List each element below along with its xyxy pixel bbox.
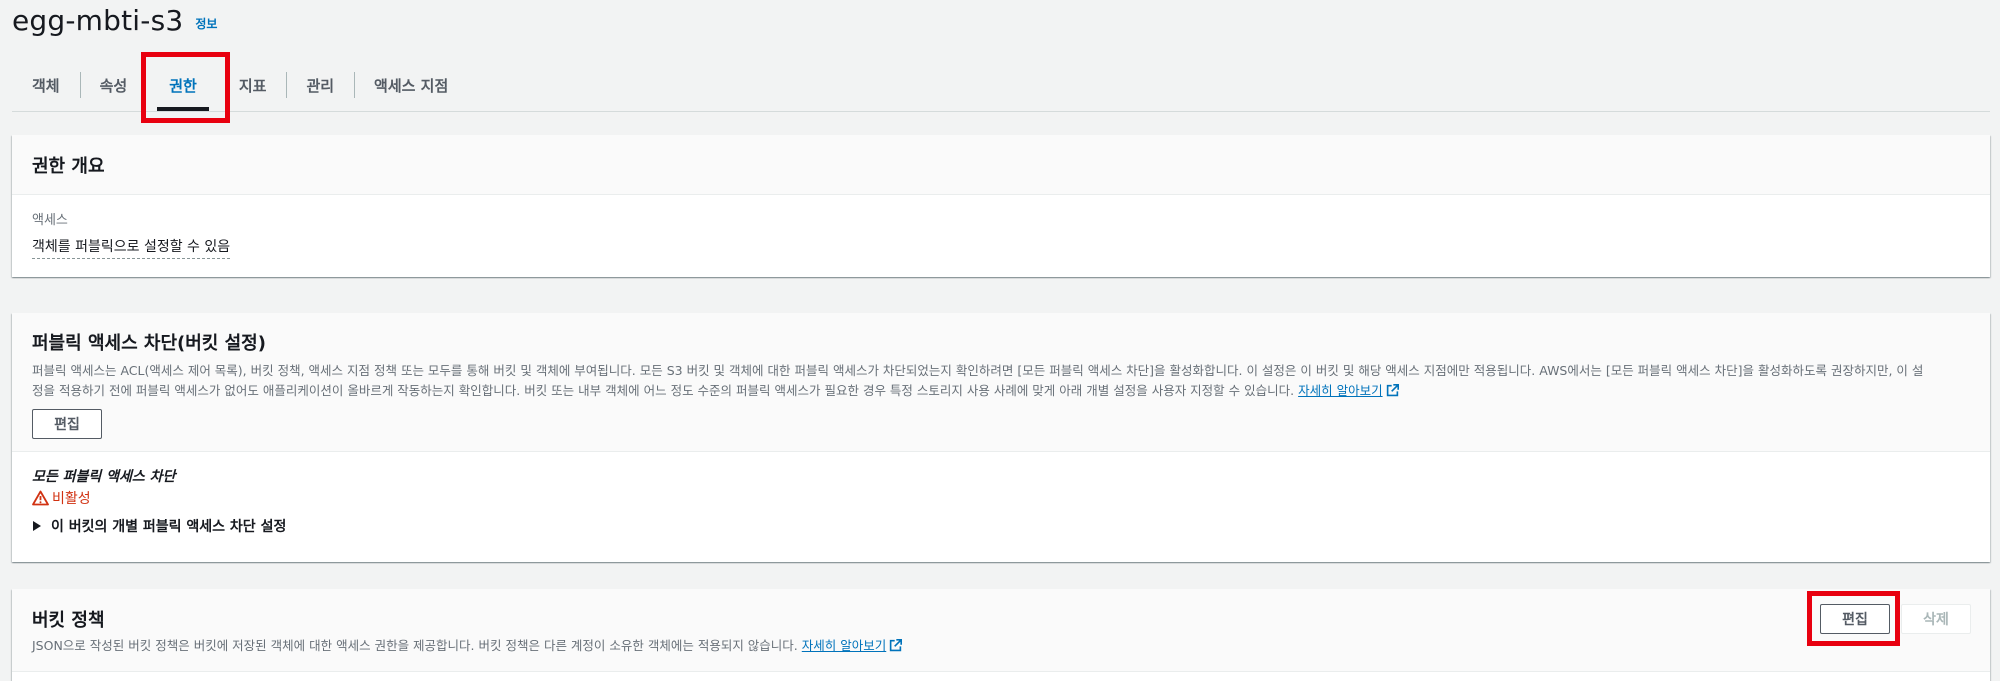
panel-title: 권한 개요 bbox=[32, 155, 105, 177]
tab-objects[interactable]: 객체 bbox=[12, 60, 80, 110]
description-text: JSON으로 작성된 버킷 정책은 버킷에 저장된 객체에 대한 액세스 권한을… bbox=[32, 638, 798, 653]
panel-title: 퍼블릭 액세스 차단(버킷 설정) bbox=[32, 333, 266, 354]
permissions-overview-panel: 권한 개요 액세스 객체를 퍼블릭으로 설정할 수 있음 bbox=[12, 135, 1990, 277]
caret-right-icon bbox=[33, 521, 41, 531]
tab-permissions[interactable]: 권한 bbox=[147, 60, 219, 111]
expand-individual-settings[interactable]: 이 버킷의 개별 퍼블릭 액세스 차단 설정 bbox=[32, 516, 1970, 536]
access-label: 액세스 bbox=[32, 213, 68, 228]
tab-access-points[interactable]: 액세스 지점 bbox=[354, 60, 468, 110]
info-link[interactable]: 정보 bbox=[195, 15, 217, 32]
description-line-2: 정을 적용하기 전에 퍼블릭 액세스가 없어도 애플리케이션이 올바르게 작동하… bbox=[32, 381, 1972, 401]
tab-label: 권한 bbox=[169, 76, 197, 95]
panel-header: 권한 개요 bbox=[12, 135, 1990, 195]
tab-label: 지표 bbox=[238, 76, 267, 95]
panel-description: 퍼블릭 액세스는 ACL(액세스 제어 목록), 버킷 정책, 액세스 지점 정… bbox=[32, 361, 1972, 401]
description-line: 퍼블릭 액세스는 ACL(액세스 제어 목록), 버킷 정책, 액세스 지점 정… bbox=[32, 363, 1924, 378]
tab-label: 액세스 지점 bbox=[374, 76, 449, 95]
tab-label: 관리 bbox=[306, 76, 335, 95]
tab-metrics[interactable]: 지표 bbox=[219, 60, 287, 110]
panel-header: 퍼블릭 액세스 차단(버킷 설정) 퍼블릭 액세스는 ACL(액세스 제어 목록… bbox=[12, 313, 1990, 452]
description-text: 정을 적용하기 전에 퍼블릭 액세스가 없어도 애플리케이션이 올바르게 작동하… bbox=[32, 383, 1295, 398]
edit-button[interactable]: 편집 bbox=[32, 409, 102, 439]
bucket-policy-panel: 버킷 정책 JSON으로 작성된 버킷 정책은 버킷에 저장된 객체에 대한 액… bbox=[12, 589, 1990, 681]
edit-button[interactable]: 편집 bbox=[1820, 604, 1890, 634]
block-all-section: 모든 퍼블릭 액세스 차단 비활성 이 버킷의 개별 퍼블릭 액세스 차단 설정 bbox=[12, 452, 1990, 536]
learn-more-link[interactable]: 자세히 알아보기 bbox=[1298, 383, 1382, 398]
page-title: egg-mbti-s3 bbox=[12, 3, 184, 37]
block-public-access-panel: 퍼블릭 액세스 차단(버킷 설정) 퍼블릭 액세스는 ACL(액세스 제어 목록… bbox=[12, 313, 1990, 562]
external-link-icon bbox=[1386, 384, 1399, 397]
panel-description: JSON으로 작성된 버킷 정책은 버킷에 저장된 객체에 대한 액세스 권한을… bbox=[32, 636, 1970, 656]
tab-properties[interactable]: 속성 bbox=[79, 60, 148, 110]
status-text: 비활성 bbox=[52, 491, 91, 507]
tab-bar: 객체 속성 권한 지표 관리 액세스 지점 bbox=[12, 60, 1990, 112]
panel-title: 버킷 정책 bbox=[32, 610, 105, 631]
learn-more-link[interactable]: 자세히 알아보기 bbox=[802, 638, 886, 653]
warning-icon bbox=[32, 490, 49, 506]
expand-label: 이 버킷의 개별 퍼블릭 액세스 차단 설정 bbox=[51, 519, 287, 535]
access-value[interactable]: 객체를 퍼블릭으로 설정할 수 있음 bbox=[32, 236, 231, 259]
tab-management[interactable]: 관리 bbox=[286, 60, 354, 110]
status-row: 비활성 bbox=[32, 488, 1970, 508]
block-all-label: 모든 퍼블릭 액세스 차단 bbox=[32, 469, 176, 485]
delete-button[interactable]: 삭제 bbox=[1901, 604, 1971, 634]
panel-header: 버킷 정책 JSON으로 작성된 버킷 정책은 버킷에 저장된 객체에 대한 액… bbox=[12, 589, 1990, 672]
title-row: egg-mbti-s3 정보 bbox=[12, 0, 217, 40]
tab-label: 속성 bbox=[99, 76, 128, 95]
tab-label: 객체 bbox=[32, 76, 60, 95]
external-link-icon bbox=[890, 639, 903, 652]
access-field: 액세스 객체를 퍼블릭으로 설정할 수 있음 bbox=[12, 195, 1990, 259]
